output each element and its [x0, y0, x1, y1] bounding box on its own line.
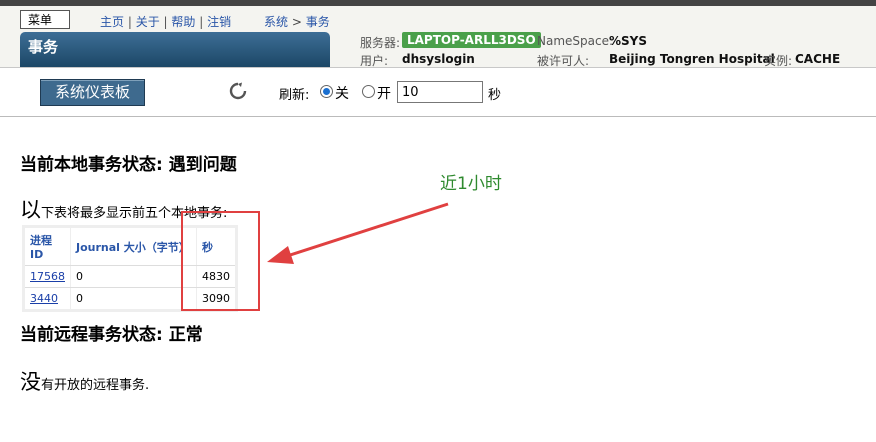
- annotation-arrow: [267, 202, 449, 264]
- refresh-off-radio[interactable]: [320, 85, 333, 98]
- pid-cell: 3440: [23, 287, 71, 311]
- remote-status-heading: 当前远程事务状态: 正常: [20, 325, 203, 345]
- refresh-label: 刷新:: [279, 88, 310, 103]
- refresh-on-label: 开: [377, 86, 391, 102]
- breadcrumb-separator: >: [291, 15, 302, 29]
- annotation-highlight-box: [181, 211, 260, 311]
- namespace-label: NameSpace:: [537, 34, 614, 48]
- local-description-first: 以: [20, 198, 41, 222]
- nav-logout-link[interactable]: 注销: [207, 15, 231, 29]
- refresh-on-radio[interactable]: [362, 85, 375, 98]
- local-status-heading: 当前本地事务状态: 遇到问题: [20, 155, 237, 175]
- instance-label: 实例:: [764, 54, 793, 68]
- licensee-label: 被许可人:: [537, 54, 590, 68]
- breadcrumb-transactions[interactable]: 事务: [306, 15, 330, 29]
- nav-help-link[interactable]: 帮助: [171, 15, 195, 29]
- page-title-tab: 事务: [20, 32, 330, 67]
- namespace-value: %SYS: [609, 34, 647, 48]
- nav-about-link[interactable]: 关于: [136, 15, 160, 29]
- breadcrumb: 系统 > 事务: [264, 13, 330, 30]
- pid-cell: 17568: [23, 265, 71, 288]
- journal-cell: 0: [70, 287, 197, 311]
- pid-link[interactable]: 17568: [30, 270, 65, 283]
- user-value: dhsyslogin: [402, 52, 475, 66]
- pid-link[interactable]: 3440: [30, 292, 58, 305]
- nav-home-link[interactable]: 主页: [100, 15, 124, 29]
- column-header-pid[interactable]: 进程ID: [23, 226, 71, 266]
- header: 菜单 主页 | 关于 | 帮助 | 注销 系统 > 事务 事务 服务器: LAP…: [0, 6, 876, 68]
- server-label: 服务器:: [360, 36, 401, 50]
- refresh-off-label: 关: [335, 86, 349, 102]
- top-nav: 主页 | 关于 | 帮助 | 注销: [100, 15, 232, 29]
- instance-value: CACHE: [795, 52, 841, 66]
- licensee-value: Beijing Tongren Hospital: [609, 52, 775, 66]
- user-label: 用户:: [360, 54, 389, 68]
- system-dashboard-button[interactable]: 系统仪表板: [40, 79, 145, 106]
- seconds-unit: 秒: [488, 88, 502, 103]
- menu-button[interactable]: 菜单: [20, 10, 70, 29]
- breadcrumb-system[interactable]: 系统: [264, 15, 288, 29]
- column-header-journal-size[interactable]: Journal 大小（字节）: [70, 226, 197, 266]
- refresh-icon[interactable]: [229, 82, 247, 100]
- annotation-note: 近1小时: [440, 174, 502, 194]
- refresh-interval-input[interactable]: [397, 81, 483, 103]
- remote-description-first: 没: [20, 370, 41, 394]
- remote-description: 没有开放的远程事务.: [20, 366, 149, 396]
- server-badge: LAPTOP-ARLL3DSO: [402, 32, 541, 48]
- journal-cell: 0: [70, 265, 197, 288]
- remote-description-rest: 有开放的远程事务.: [41, 378, 150, 393]
- toolbar: 系统仪表板 刷新: 关 开 秒: [0, 68, 876, 117]
